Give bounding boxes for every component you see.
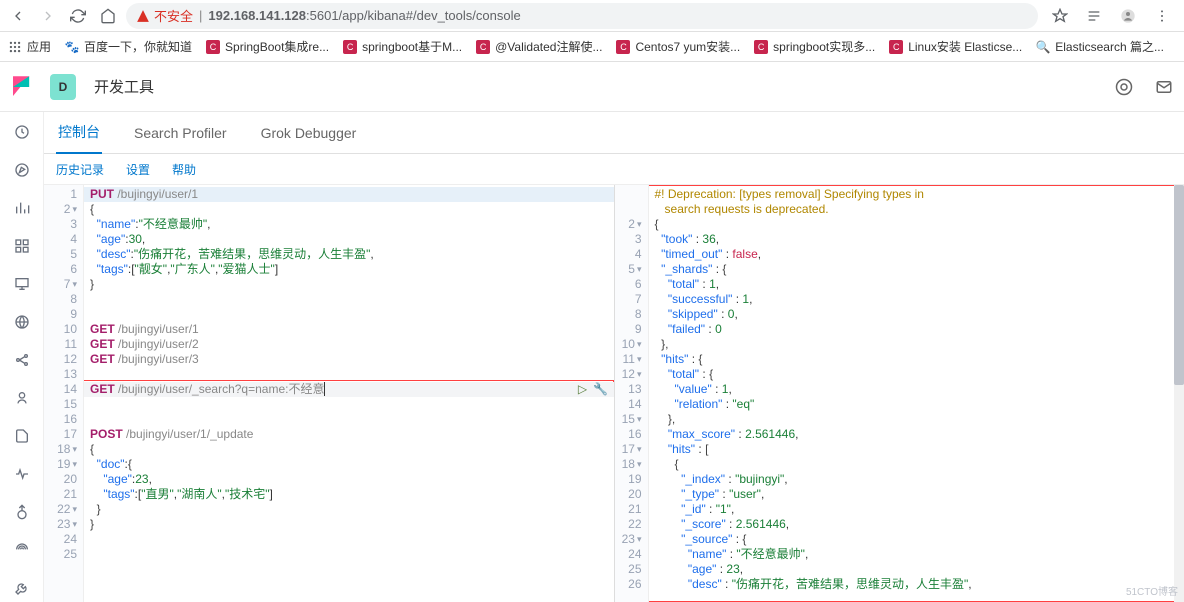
wrench-icon[interactable]: 🔧 [594, 382, 608, 396]
request-editor[interactable]: 12▾34567▾89101112131415161718▾19▾202122▾… [44, 185, 615, 602]
apps-button[interactable]: 应用 [8, 38, 51, 55]
bookmark-item[interactable]: CLinux安装 Elasticse... [889, 38, 1022, 55]
response-viewer: 2▾345▾678910▾11▾12▾131415▾1617▾18▾192021… [615, 185, 1184, 602]
browser-toolbar: 不安全 | 192.168.141.128:5601/app/kibana#/d… [0, 0, 1184, 32]
feedback-icon[interactable] [1104, 67, 1144, 107]
nav-dashboard-icon[interactable] [7, 232, 37, 260]
side-nav [0, 112, 44, 602]
star-button[interactable] [1048, 4, 1072, 28]
nav-ml-icon[interactable] [7, 346, 37, 374]
watermark: 51CTO博客 [1126, 585, 1178, 600]
history-link[interactable]: 历史记录 [56, 161, 104, 178]
tab-console[interactable]: 控制台 [56, 112, 102, 154]
mail-icon[interactable] [1144, 67, 1184, 107]
forward-button[interactable] [36, 4, 60, 28]
home-button[interactable] [96, 4, 120, 28]
help-link[interactable]: 帮助 [172, 161, 196, 178]
back-button[interactable] [6, 4, 30, 28]
tab-grok-debugger[interactable]: Grok Debugger [259, 115, 359, 151]
nav-apm-icon[interactable] [7, 460, 37, 488]
nav-visualize-icon[interactable] [7, 194, 37, 222]
bookmark-item[interactable]: 🐾百度一下，你就知道 [65, 38, 192, 55]
bookmark-item[interactable]: Cspringboot基于M... [343, 38, 462, 55]
nav-siem-icon[interactable] [7, 536, 37, 564]
profile-button[interactable] [1116, 4, 1140, 28]
nav-maps-icon[interactable] [7, 308, 37, 336]
kibana-logo[interactable] [0, 76, 44, 98]
settings-link[interactable]: 设置 [126, 161, 150, 178]
insecure-badge: 不安全 [136, 6, 193, 25]
nav-canvas-icon[interactable] [7, 270, 37, 298]
address-bar[interactable]: 不安全 | 192.168.141.128:5601/app/kibana#/d… [126, 3, 1038, 29]
nav-uptime-icon[interactable] [7, 498, 37, 526]
bookmarks-bar: 应用 🐾百度一下，你就知道 CSpringBoot集成re... Cspring… [0, 32, 1184, 62]
menu-button[interactable] [1150, 4, 1174, 28]
bookmark-item[interactable]: CCentos7 yum安装... [616, 38, 740, 55]
scrollbar[interactable] [1174, 185, 1184, 602]
reload-button[interactable] [66, 4, 90, 28]
nav-recent-icon[interactable] [7, 118, 37, 146]
nav-discover-icon[interactable] [7, 156, 37, 184]
page-title: 开发工具 [94, 76, 154, 97]
space-badge[interactable]: D [50, 74, 76, 100]
nav-logs-icon[interactable] [7, 422, 37, 450]
app-header: D 开发工具 [0, 62, 1184, 112]
nav-devtools-icon[interactable] [7, 574, 37, 602]
run-request-icon[interactable]: ▷ [576, 382, 590, 396]
nav-metrics-icon[interactable] [7, 384, 37, 412]
tab-search-profiler[interactable]: Search Profiler [132, 115, 229, 151]
bookmark-item[interactable]: 🔍Elasticsearch 篇之... [1036, 38, 1164, 55]
console-sublinks: 历史记录 设置 帮助 [44, 154, 1184, 184]
reading-list-button[interactable] [1082, 4, 1106, 28]
bookmark-item[interactable]: CSpringBoot集成re... [206, 38, 329, 55]
devtools-tabs: 控制台 Search Profiler Grok Debugger [44, 112, 1184, 154]
url-host: 192.168.141.128:5601/app/kibana#/dev_too… [208, 8, 520, 23]
bookmark-item[interactable]: C@Validated注解使... [476, 38, 602, 55]
bookmark-item[interactable]: Cspringboot实现多... [754, 38, 875, 55]
